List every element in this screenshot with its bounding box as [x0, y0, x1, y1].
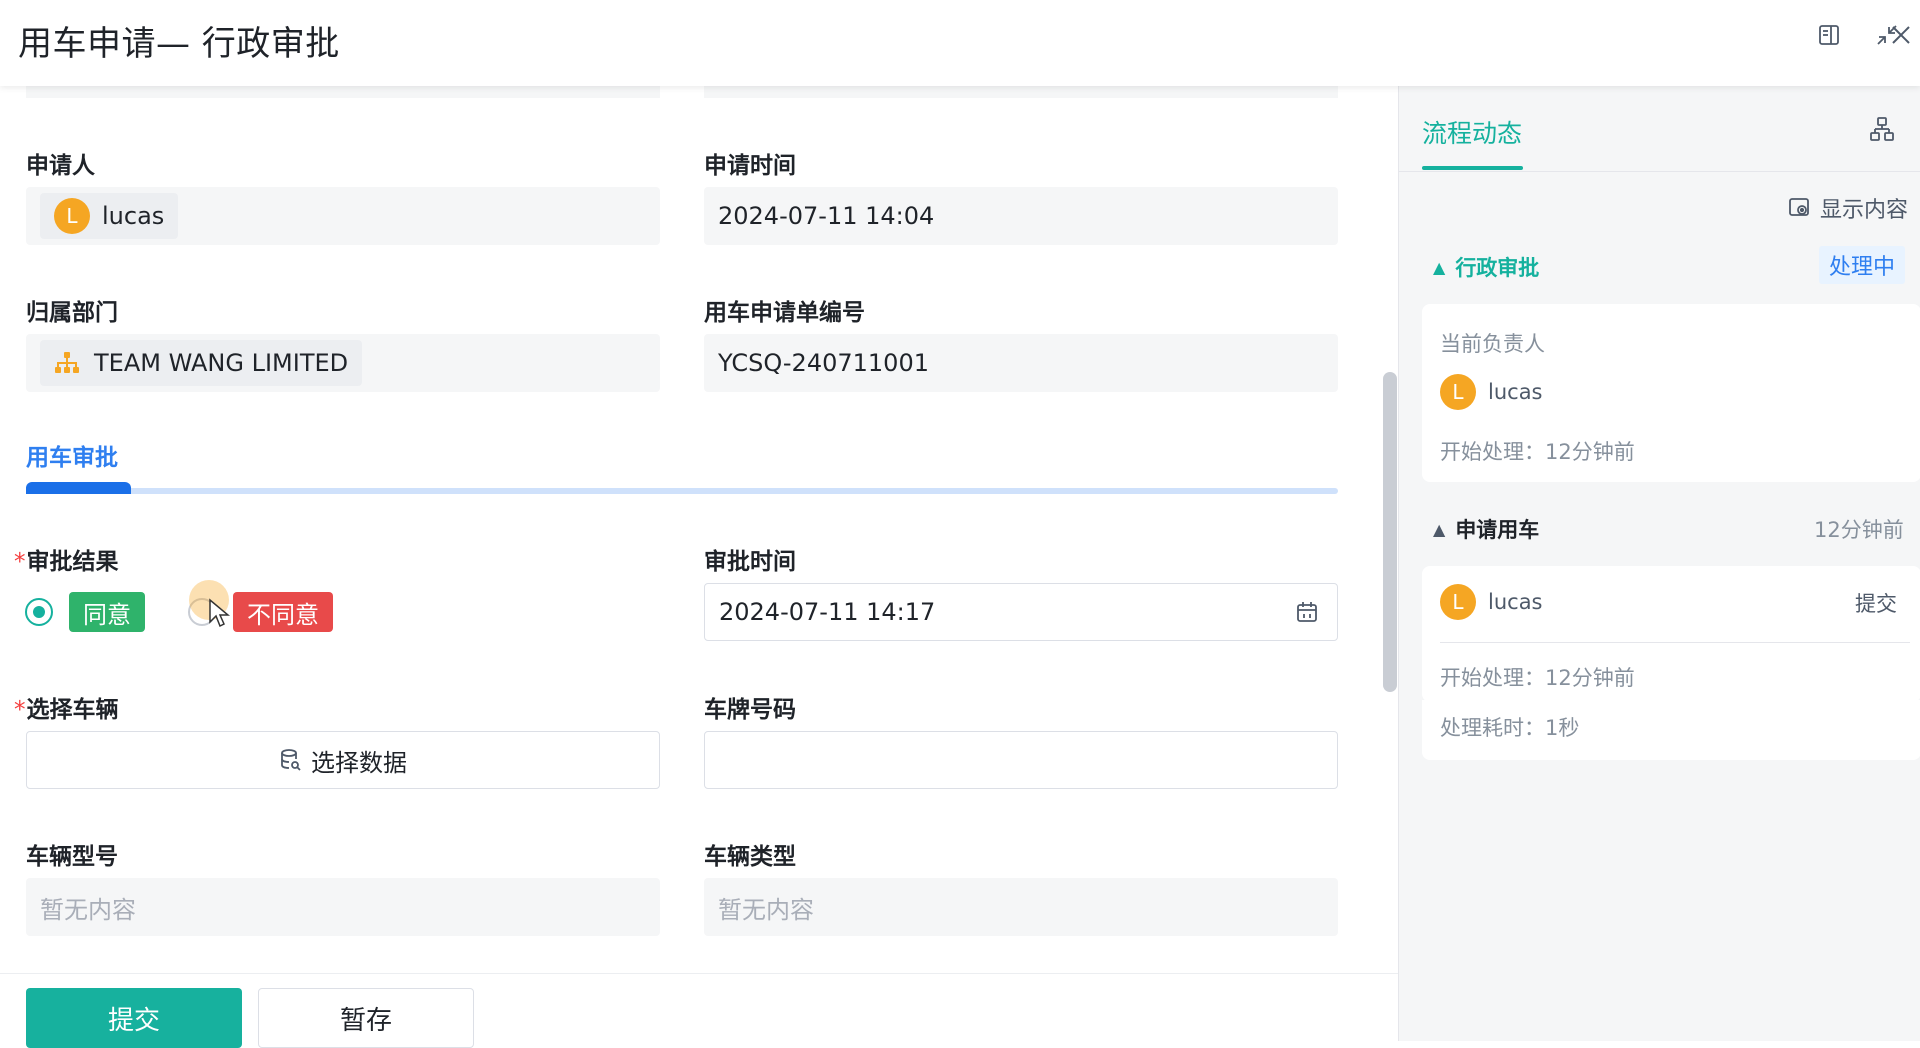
- vehicle-type-label: 车辆类型: [704, 844, 796, 870]
- page-title: 用车申请— 行政审批: [18, 24, 340, 64]
- start-time-row: 开始处理：12分钟前: [1440, 662, 1635, 692]
- approval-time-label: 审批时间: [704, 549, 796, 575]
- avatar: L: [1440, 374, 1476, 410]
- avatar: L: [54, 198, 90, 234]
- owner-person: L lucas: [1440, 374, 1543, 410]
- node-card-apply-car: L lucas 提交 开始处理：12分钟前: [1422, 566, 1920, 702]
- approval-time-input[interactable]: 2024-07-11 14:17: [704, 583, 1338, 641]
- section-title: 用车审批: [26, 445, 118, 471]
- vehicle-type-field: 暂无内容: [704, 878, 1338, 936]
- agree-tag[interactable]: 同意: [69, 592, 145, 632]
- department-field: TEAM WANG LIMITED: [26, 334, 660, 392]
- department-name: TEAM WANG LIMITED: [94, 349, 349, 377]
- department-label: 归属部门: [26, 300, 118, 326]
- tab-process[interactable]: 流程动态: [1422, 114, 1522, 150]
- show-content-toggle[interactable]: 显示内容: [1788, 192, 1908, 224]
- node-header-apply-car[interactable]: ▲ 申请用车: [1433, 514, 1539, 544]
- department-chip[interactable]: TEAM WANG LIMITED: [40, 340, 363, 386]
- action-label: 提交: [1855, 592, 1897, 616]
- submitter-person: L lucas: [1440, 584, 1543, 620]
- node-title: 申请用车: [1455, 518, 1540, 542]
- process-sidebar: 流程动态 显示内容 ▲ 行政审批 处理中 当前负责人 L lucas 开始处理：…: [1398, 86, 1920, 1041]
- start-value: 12分钟前: [1545, 666, 1635, 690]
- window-header: 用车申请— 行政审批: [0, 0, 1920, 86]
- caret-up-icon: ▲: [1433, 257, 1446, 277]
- apply-time-field: 2024-07-11 14:04: [704, 187, 1338, 245]
- show-content-label: 显示内容: [1820, 198, 1909, 223]
- divider: [1440, 642, 1910, 643]
- apply-no-field: YCSQ-240711001: [704, 334, 1338, 392]
- approval-result-label: *审批结果: [14, 542, 119, 576]
- required-mark: *: [14, 697, 26, 723]
- approval-time-value: 2024-07-11 14:17: [719, 598, 936, 626]
- plate-no-input[interactable]: [704, 731, 1338, 789]
- start-label: 开始处理：: [1440, 666, 1545, 690]
- apply-no-label: 用车申请单编号: [704, 300, 865, 326]
- submitter-name: lucas: [1488, 590, 1543, 614]
- duration-value: 1秒: [1545, 716, 1580, 740]
- section-progress-track: [26, 488, 1338, 494]
- section-progress-fill: [26, 482, 131, 494]
- node-card-admin-approval: 当前负责人 L lucas 开始处理：12分钟前: [1422, 304, 1920, 482]
- select-data-label: 选择数据: [311, 748, 407, 777]
- close-icon[interactable]: [1886, 20, 1916, 50]
- org-chart-icon: [54, 351, 80, 375]
- previous-field-edge: [26, 86, 660, 98]
- avatar: L: [1440, 584, 1476, 620]
- duration-row: 处理耗时：1秒: [1440, 712, 1579, 742]
- calendar-icon[interactable]: [1295, 600, 1319, 630]
- vehicle-model-field: 暂无内容: [26, 878, 660, 936]
- select-vehicle-text: 选择车辆: [26, 697, 119, 723]
- apply-time-label: 申请时间: [704, 153, 796, 179]
- save-draft-button[interactable]: 暂存: [258, 988, 474, 1048]
- submit-button[interactable]: 提交: [26, 988, 242, 1048]
- eye-icon: [1788, 197, 1812, 219]
- tab-underline: [1422, 166, 1523, 170]
- node-title: 行政审批: [1455, 256, 1540, 280]
- owner-name: lucas: [1488, 380, 1543, 404]
- applicant-chip[interactable]: L lucas: [40, 193, 179, 239]
- node-card-apply-car-extra: 处理耗时：1秒: [1422, 700, 1920, 760]
- select-data-button[interactable]: 选择数据: [26, 731, 660, 789]
- form-panel: 申请人 L lucas 申请时间 2024-07-11 14:04 归属部门 T…: [0, 86, 1398, 1041]
- flow-chart-icon[interactable]: [1869, 116, 1895, 146]
- node-time: 12分钟前: [1814, 518, 1904, 542]
- applicant-label: 申请人: [26, 153, 95, 179]
- previous-field-edge: [704, 86, 1338, 98]
- start-time-row: 开始处理：12分钟前: [1440, 436, 1635, 466]
- applicant-field: L lucas: [26, 187, 660, 245]
- start-value: 12分钟前: [1545, 440, 1635, 464]
- plate-no-label: 车牌号码: [704, 697, 796, 723]
- sidebar-toggle-icon[interactable]: [1814, 20, 1844, 50]
- approval-result-text: 审批结果: [26, 549, 119, 575]
- owner-label: 当前负责人: [1440, 332, 1545, 356]
- form-footer: 提交 暂存: [0, 973, 1398, 1048]
- sidebar-tabbar: 流程动态: [1399, 86, 1920, 172]
- status-badge: 处理中: [1819, 246, 1906, 284]
- radio-agree[interactable]: [25, 598, 53, 626]
- database-icon: [279, 748, 301, 772]
- caret-up-icon: ▲: [1433, 519, 1446, 539]
- start-label: 开始处理：: [1440, 440, 1545, 464]
- node-header-admin-approval[interactable]: ▲ 行政审批: [1433, 252, 1539, 282]
- select-vehicle-label: *选择车辆: [14, 690, 119, 724]
- vehicle-model-label: 车辆型号: [26, 844, 118, 870]
- mouse-cursor-icon: [208, 598, 231, 632]
- disagree-tag[interactable]: 不同意: [233, 592, 333, 632]
- applicant-name: lucas: [102, 202, 165, 230]
- scrollbar[interactable]: [1383, 372, 1397, 692]
- required-mark: *: [14, 549, 26, 575]
- duration-label: 处理耗时：: [1440, 716, 1545, 740]
